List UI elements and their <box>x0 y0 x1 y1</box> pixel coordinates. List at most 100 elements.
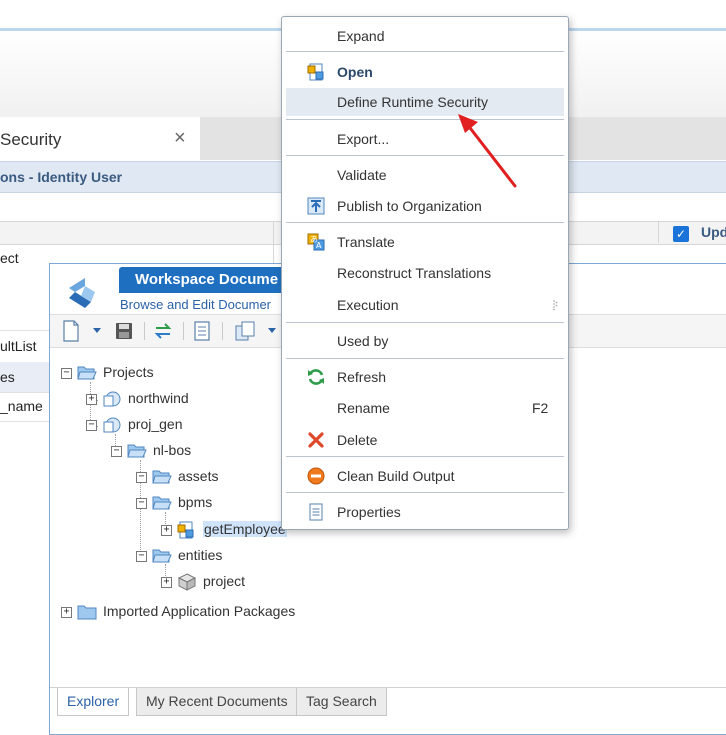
collapse-icon[interactable]: − <box>61 368 72 379</box>
menu-item-label: Validate <box>337 167 387 183</box>
clean-icon <box>307 467 325 485</box>
expand-icon[interactable]: + <box>161 525 172 536</box>
bpm-icon <box>177 521 194 539</box>
tab-security[interactable]: Security × <box>0 117 201 160</box>
menu-item-execution[interactable]: Execution <box>286 291 564 319</box>
toolbar-separator <box>144 322 145 340</box>
menu-separator <box>286 492 564 493</box>
menu-separator <box>286 222 564 223</box>
menu-item-delete[interactable]: Delete <box>286 426 564 454</box>
menu-item-label: Export... <box>337 131 390 147</box>
collapse-icon[interactable]: − <box>111 446 122 457</box>
menu-item-label: Rename <box>337 400 390 416</box>
workspace-bottom-tabs: Explorer My Recent Documents Tag Search <box>50 687 726 718</box>
sync-icon[interactable] <box>153 320 173 342</box>
expand-icon[interactable]: + <box>61 607 72 618</box>
context-menu: Expand Open Define Runtime Security Expo… <box>281 16 569 530</box>
tree-label: bpms <box>178 494 213 510</box>
tab-my-recent-documents[interactable]: My Recent Documents <box>136 688 298 716</box>
menu-item-used-by[interactable]: Used by <box>286 327 564 355</box>
tab-tag-search[interactable]: Tag Search <box>296 688 387 716</box>
menu-item-label: Open <box>337 64 373 80</box>
workspace-subtitle: Browse and Edit Documer <box>120 297 272 312</box>
folder-open-icon <box>152 549 172 563</box>
grid-row-text: ect <box>0 250 19 266</box>
toolbar-separator <box>183 322 184 340</box>
menu-item-expand[interactable]: Expand <box>286 22 564 50</box>
folder-open-icon <box>77 366 97 380</box>
grid-divider <box>658 221 659 243</box>
copy-icon[interactable] <box>234 320 256 342</box>
properties-icon <box>309 503 323 521</box>
publish-icon <box>307 197 325 215</box>
close-icon[interactable]: × <box>174 127 186 150</box>
tree-label: Projects <box>103 364 154 380</box>
menu-item-translate[interactable]: あ A Translate <box>286 228 564 256</box>
row-divider <box>0 421 50 422</box>
menu-item-clean-build-output[interactable]: Clean Build Output <box>286 462 564 490</box>
copy-dropdown-caret[interactable] <box>268 328 276 333</box>
document-icon[interactable] <box>193 320 211 342</box>
row-divider <box>0 330 50 331</box>
menu-item-label: Reconstruct Translations <box>337 265 492 281</box>
update-checkbox[interactable]: ✓ <box>673 226 689 242</box>
menu-separator <box>286 322 564 323</box>
collapse-icon[interactable]: − <box>136 498 147 509</box>
menu-item-label: Execution <box>337 297 399 313</box>
collapse-icon[interactable]: − <box>136 472 147 483</box>
menu-item-label: Clean Build Output <box>337 468 455 484</box>
refresh-icon <box>308 369 324 385</box>
tree-label: northwind <box>128 390 189 406</box>
collapse-icon[interactable]: − <box>136 551 147 562</box>
menu-item-publish-to-organization[interactable]: Publish to Organization <box>286 192 564 220</box>
workspace-logo-icon <box>69 278 95 308</box>
tab-title: Security <box>0 130 62 149</box>
new-document-icon[interactable] <box>62 320 80 342</box>
tree-label: Imported Application Packages <box>103 603 296 619</box>
project-icon <box>103 417 121 433</box>
list-item[interactable]: es <box>0 369 15 385</box>
grid-divider <box>273 221 274 265</box>
svg-text:A: A <box>316 241 322 250</box>
collapse-icon[interactable]: − <box>86 420 97 431</box>
tree-label: proj_gen <box>128 416 183 432</box>
panel-title: ons - Identity User <box>0 169 123 185</box>
menu-separator <box>286 358 564 359</box>
folder-icon <box>77 605 97 620</box>
menu-item-label: Publish to Organization <box>337 198 482 214</box>
menu-item-open[interactable]: Open <box>286 58 564 86</box>
tab-explorer[interactable]: Explorer <box>57 688 130 716</box>
expand-icon[interactable]: + <box>161 577 172 588</box>
tree-label: getEmployee <box>203 521 287 537</box>
bpm-icon <box>307 63 324 81</box>
menu-item-label: Refresh <box>337 369 387 385</box>
menu-item-label: Delete <box>337 432 378 448</box>
expand-icon[interactable]: + <box>86 394 97 405</box>
menu-item-rename[interactable]: Rename F2 <box>286 394 564 422</box>
menu-item-label: Used by <box>337 333 389 349</box>
menu-item-reconstruct-translations[interactable]: Reconstruct Translations <box>286 259 564 287</box>
grid-header-update: Upd <box>701 224 726 240</box>
menu-item-label: Expand <box>337 28 385 44</box>
save-icon[interactable] <box>114 320 134 342</box>
list-item[interactable]: _name <box>0 398 43 414</box>
toolbar-separator <box>222 322 223 340</box>
folder-open-icon <box>152 470 172 484</box>
tree-label: nl-bos <box>153 442 192 458</box>
menu-separator <box>286 51 564 52</box>
folder-open-icon <box>152 496 172 510</box>
cube-icon <box>177 573 197 591</box>
new-dropdown-caret[interactable] <box>93 328 101 333</box>
menu-separator <box>286 456 564 457</box>
menu-item-properties[interactable]: Properties <box>286 498 564 526</box>
menu-item-refresh[interactable]: Refresh <box>286 363 564 391</box>
delete-icon <box>308 432 324 448</box>
shortcut-label: F2 <box>532 400 549 416</box>
list-item[interactable]: ultList <box>0 338 37 354</box>
tree-label: project <box>203 573 246 589</box>
row-divider <box>0 392 50 393</box>
tree-label: entities <box>178 547 223 563</box>
annotation-arrow-icon <box>458 114 517 188</box>
menu-item-label: Properties <box>337 504 401 520</box>
tree-label: assets <box>178 468 219 484</box>
